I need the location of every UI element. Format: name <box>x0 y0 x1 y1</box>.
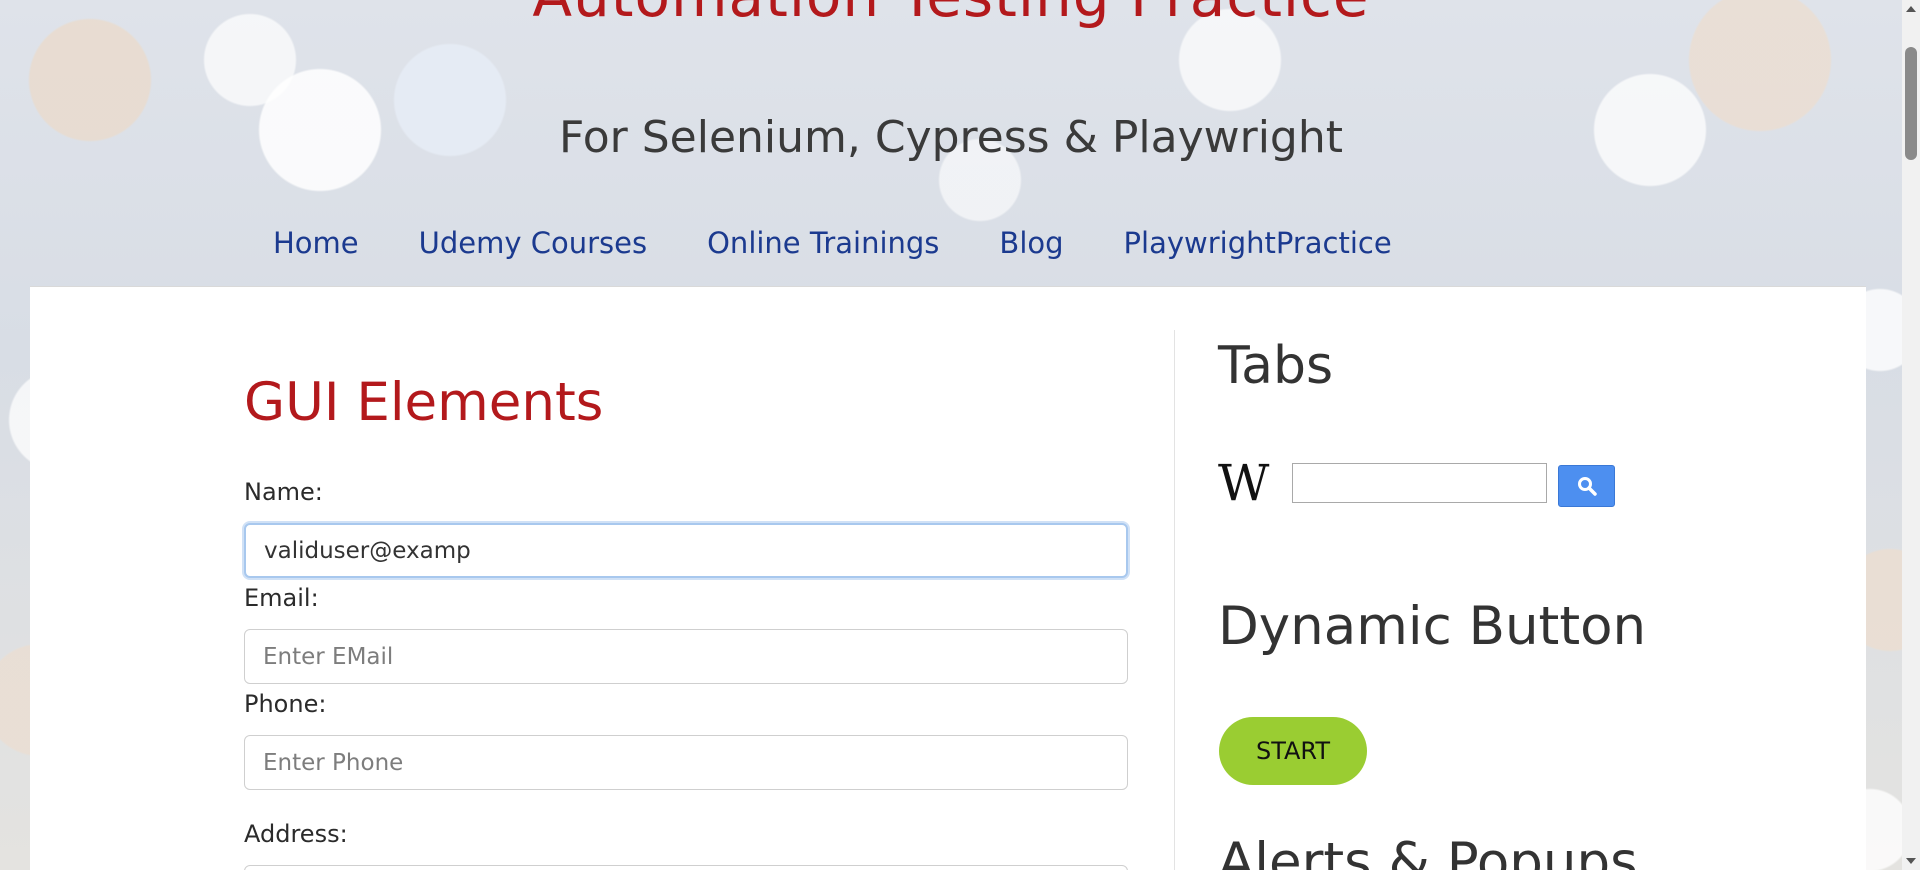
name-field[interactable] <box>244 523 1128 578</box>
email-field[interactable] <box>244 629 1128 684</box>
gui-elements-title: GUI Elements <box>244 372 604 433</box>
column-divider <box>1174 330 1175 870</box>
phone-label: Phone: <box>244 690 327 718</box>
scroll-down-icon[interactable] <box>1906 858 1916 864</box>
nav-blog[interactable]: Blog <box>999 226 1063 260</box>
scrollbar-thumb[interactable] <box>1905 47 1917 160</box>
wikipedia-logo-icon: W <box>1218 454 1269 512</box>
name-label: Name: <box>244 478 323 506</box>
nav-home[interactable]: Home <box>273 226 359 260</box>
dynamic-button-title: Dynamic Button <box>1218 596 1647 657</box>
alerts-popups-title: Alerts & Popups <box>1218 832 1638 870</box>
page-scrollbar[interactable] <box>1902 0 1920 870</box>
main-nav: Home Udemy Courses Online Trainings Blog… <box>273 226 1452 260</box>
address-field[interactable] <box>244 865 1128 870</box>
tabs-title: Tabs <box>1218 336 1334 396</box>
email-label: Email: <box>244 584 319 612</box>
nav-playwright-practice[interactable]: PlaywrightPractice <box>1124 226 1392 260</box>
scroll-up-icon[interactable] <box>1906 6 1916 12</box>
nav-online-trainings[interactable]: Online Trainings <box>707 226 939 260</box>
site-subtitle: For Selenium, Cypress & Playwright <box>558 112 1343 163</box>
site-title: Automation Testing Practice <box>0 0 1902 30</box>
wikipedia-search-input[interactable] <box>1292 463 1547 503</box>
phone-field[interactable] <box>244 735 1128 790</box>
site-header: Automation Testing Practice For Selenium… <box>0 0 1902 286</box>
search-icon <box>1577 477 1597 496</box>
start-button[interactable]: START <box>1219 717 1367 785</box>
nav-udemy-courses[interactable]: Udemy Courses <box>419 226 647 260</box>
wikipedia-search-button[interactable] <box>1558 465 1615 507</box>
address-label: Address: <box>244 820 348 848</box>
